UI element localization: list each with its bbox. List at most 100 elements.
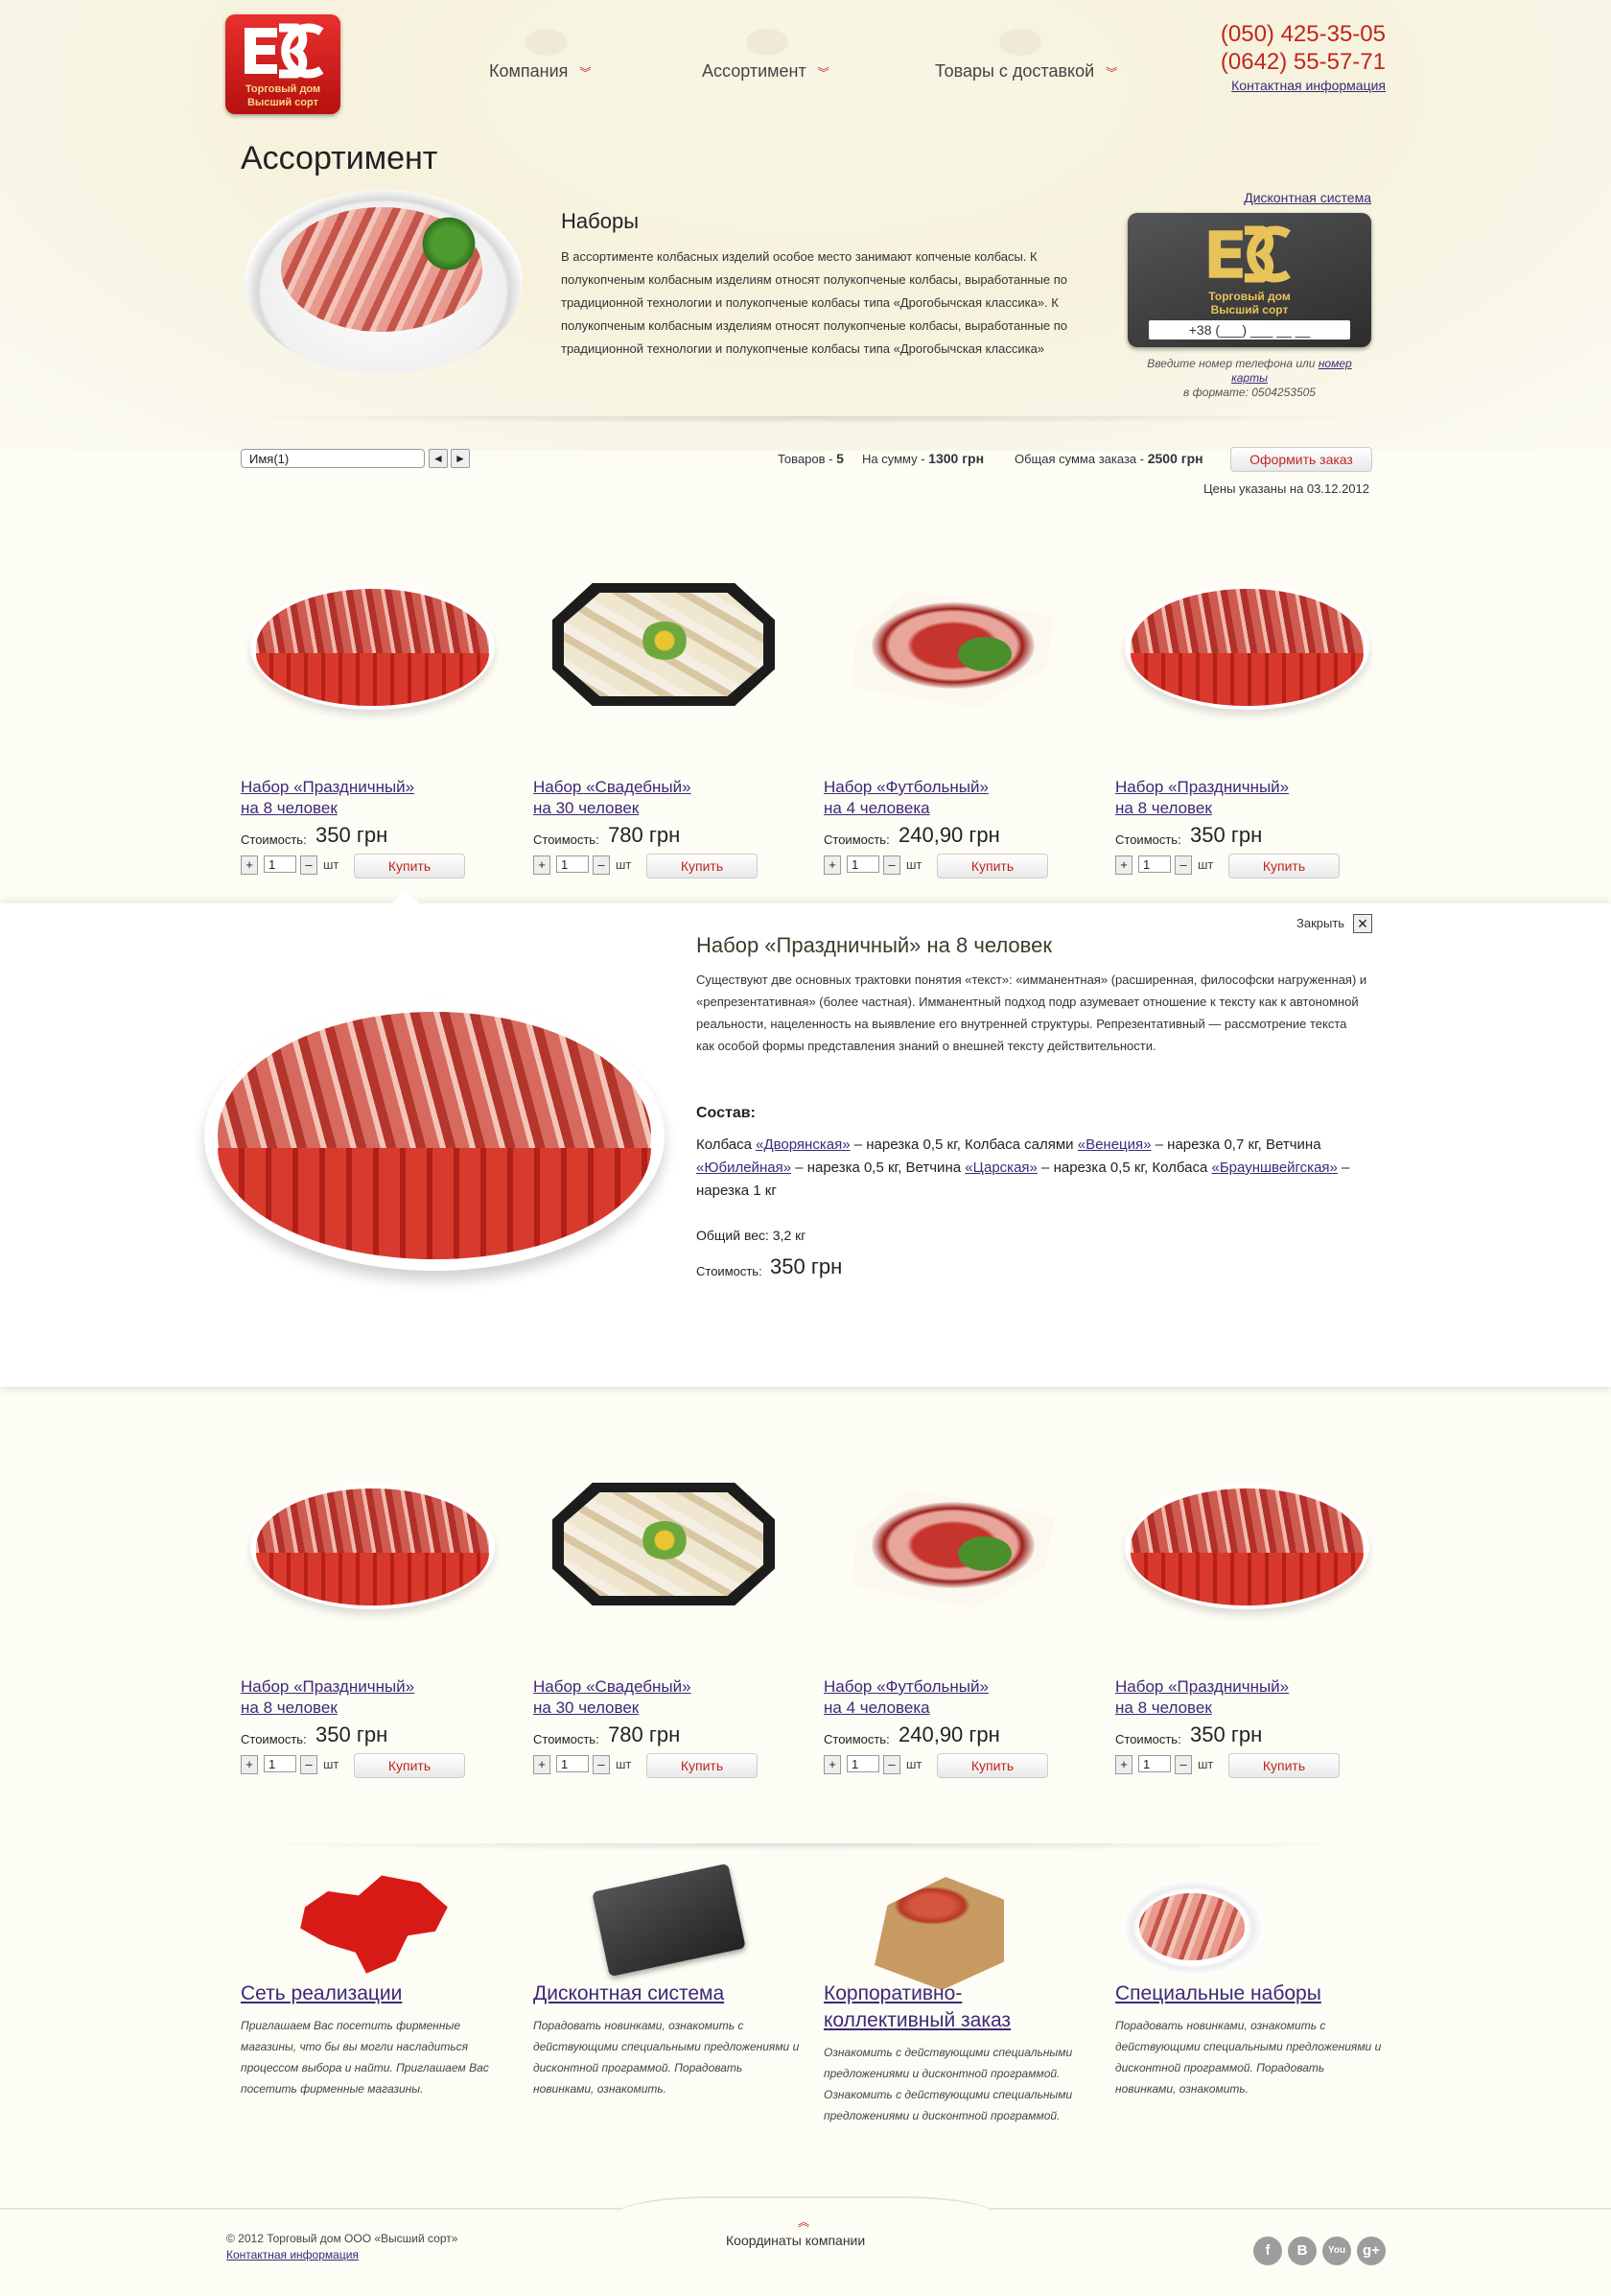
buy-button[interactable]: Купить [937,854,1048,879]
composition-product-link[interactable]: «Царская» [965,1160,1038,1176]
close-icon[interactable]: ✕ [1353,914,1372,933]
minus-icon[interactable]: – [300,1755,317,1774]
plus-icon[interactable]: + [241,1755,258,1774]
buy-button[interactable]: Купить [1228,854,1340,879]
cost-value: 350 грн [1190,1722,1263,1746]
footer-contact-link[interactable]: Контактная информация [226,2248,359,2261]
product-name-link[interactable]: Набор «Праздничный» на 8 человек [1115,777,1365,819]
ukraine-map-icon [300,1875,448,1974]
nav-assortment-icon [746,29,788,56]
quantity-input[interactable]: 1 [847,855,879,873]
contact-info-link[interactable]: Контактная информация [1231,78,1386,93]
minus-icon[interactable]: – [883,1755,900,1774]
buy-button[interactable]: Купить [1228,1753,1340,1778]
product-image[interactable] [241,1465,500,1638]
quantity-input[interactable]: 1 [1138,855,1171,873]
facebook-icon[interactable]: f [1253,2237,1282,2265]
minus-icon[interactable]: – [883,855,900,875]
product-image[interactable] [533,566,792,738]
product-name-link[interactable]: Набор «Футбольный» на 4 человека [824,777,1073,819]
cost-value: 350 грн [315,1722,388,1746]
product-image[interactable] [533,1465,792,1638]
plus-icon[interactable]: + [1115,1755,1132,1774]
chevron-up-icon[interactable]: ︽ [798,2214,809,2230]
composition-product-link[interactable]: «Брауншвейгская» [1212,1160,1338,1176]
quantity-input[interactable]: 1 [847,1755,879,1772]
minus-icon[interactable]: – [1175,1755,1192,1774]
plus-icon[interactable]: + [1115,855,1132,875]
product-name-line1: Набор «Праздничный» [241,1677,415,1696]
product-card: Набор «Футбольный» на 4 человека Стоимость… [824,1465,1083,1839]
plus-icon[interactable]: + [533,1755,550,1774]
card-hint: Введите номер телефона или номер карты в… [1128,357,1371,400]
product-card: Набор «Футбольный» на 4 человека Стоимость… [824,566,1083,940]
chevron-down-icon: ︾ [1106,66,1118,80]
minus-icon[interactable]: – [593,855,610,875]
nav-company[interactable]: Компания ︾ [489,61,591,82]
sort-select[interactable]: Имя(1) [241,449,425,468]
quantity-unit: шт [1198,857,1214,872]
close-label[interactable]: Закрыть [1296,916,1344,930]
quantity-input[interactable]: 1 [1138,1755,1171,1772]
plus-icon[interactable]: + [824,1755,841,1774]
product-image[interactable] [824,566,1083,738]
product-image[interactable] [1115,1465,1374,1638]
minus-icon[interactable]: – [300,855,317,875]
product-name-link[interactable]: Набор «Праздничный» на 8 человек [1115,1676,1365,1719]
product-card: Набор «Праздничный» на 8 человек Стоимость… [1115,1465,1374,1839]
buy-button[interactable]: Купить [354,1753,465,1778]
product-name-line2: на 8 человек [1115,1699,1212,1717]
cost-value: 780 грн [608,1722,681,1746]
plus-icon[interactable]: + [824,855,841,875]
next-arrow-icon[interactable]: ► [451,449,470,468]
quantity-input[interactable]: 1 [264,855,296,873]
logo[interactable]: Торговый дом Высший сорт [225,14,340,114]
composition-product-link[interactable]: «Венеция» [1078,1136,1152,1153]
google-plus-icon[interactable]: g+ [1357,2237,1386,2265]
product-image[interactable] [824,1465,1083,1638]
youtube-icon[interactable]: You [1322,2237,1351,2265]
product-name-link[interactable]: Набор «Футбольный» на 4 человека [824,1676,1073,1719]
cost-value: 240,90 грн [899,1722,1000,1746]
card-phone-input[interactable]: +38 (___) ___ __ __ [1149,320,1350,340]
plus-icon[interactable]: + [241,855,258,875]
prev-arrow-icon[interactable]: ◄ [429,449,448,468]
cart-sum-label: На сумму - [862,452,925,466]
buy-button[interactable]: Купить [646,1753,758,1778]
logo-line1: Торговый дом [245,83,321,95]
feature-title[interactable]: Сеть реализации [241,1980,402,2007]
minus-icon[interactable]: – [1175,855,1192,875]
quantity-input[interactable]: 1 [264,1755,296,1772]
product-image[interactable] [1115,566,1374,738]
composition-product-link[interactable]: «Дворянская» [756,1136,850,1153]
total-weight: Общий вес: 3,2 кг [696,1228,806,1243]
product-name-line2: на 4 человека [824,1699,930,1717]
product-image[interactable] [241,566,500,738]
product-name-link[interactable]: Набор «Свадебный» на 30 человек [533,1676,782,1719]
quantity-input[interactable]: 1 [556,855,589,873]
buy-button[interactable]: Купить [646,854,758,879]
feature-title[interactable]: Дисконтная система [533,1980,724,2007]
buy-button[interactable]: Купить [937,1753,1048,1778]
cart-goods-count: 5 [836,451,844,466]
nav-delivery[interactable]: Товары с доставкой ︾ [935,61,1117,82]
nav-assortment[interactable]: Ассортимент ︾ [702,61,829,82]
product-card: Набор «Свадебный» на 30 человек Стоимость:… [533,566,792,940]
product-name-link[interactable]: Набор «Праздничный» на 8 человек [241,1676,490,1719]
place-order-button[interactable]: Оформить заказ [1230,447,1372,472]
discount-system-link[interactable]: Дисконтная система [1244,190,1371,205]
feature-title[interactable]: Специальные наборы [1115,1980,1321,2007]
plus-icon[interactable]: + [533,855,550,875]
composition-product-link[interactable]: «Юбилейная» [696,1160,791,1176]
minus-icon[interactable]: – [593,1755,610,1774]
product-name-link[interactable]: Набор «Праздничный» на 8 человек [241,777,490,819]
cart-total-label: Общая сумма заказа - [1015,452,1145,466]
product-name-link[interactable]: Набор «Свадебный» на 30 человек [533,777,782,819]
discount-card: Торговый дом Высший сорт +38 (___) ___ _… [1128,213,1371,347]
vkontakte-icon[interactable]: B [1288,2237,1317,2265]
buy-button[interactable]: Купить [354,854,465,879]
feature-title[interactable]: Корпоративно-коллективный заказ [824,1980,1035,2034]
quantity-input[interactable]: 1 [556,1755,589,1772]
company-coordinates-link[interactable]: Координаты компании [726,2233,865,2248]
chevron-down-icon: ︾ [817,66,829,80]
